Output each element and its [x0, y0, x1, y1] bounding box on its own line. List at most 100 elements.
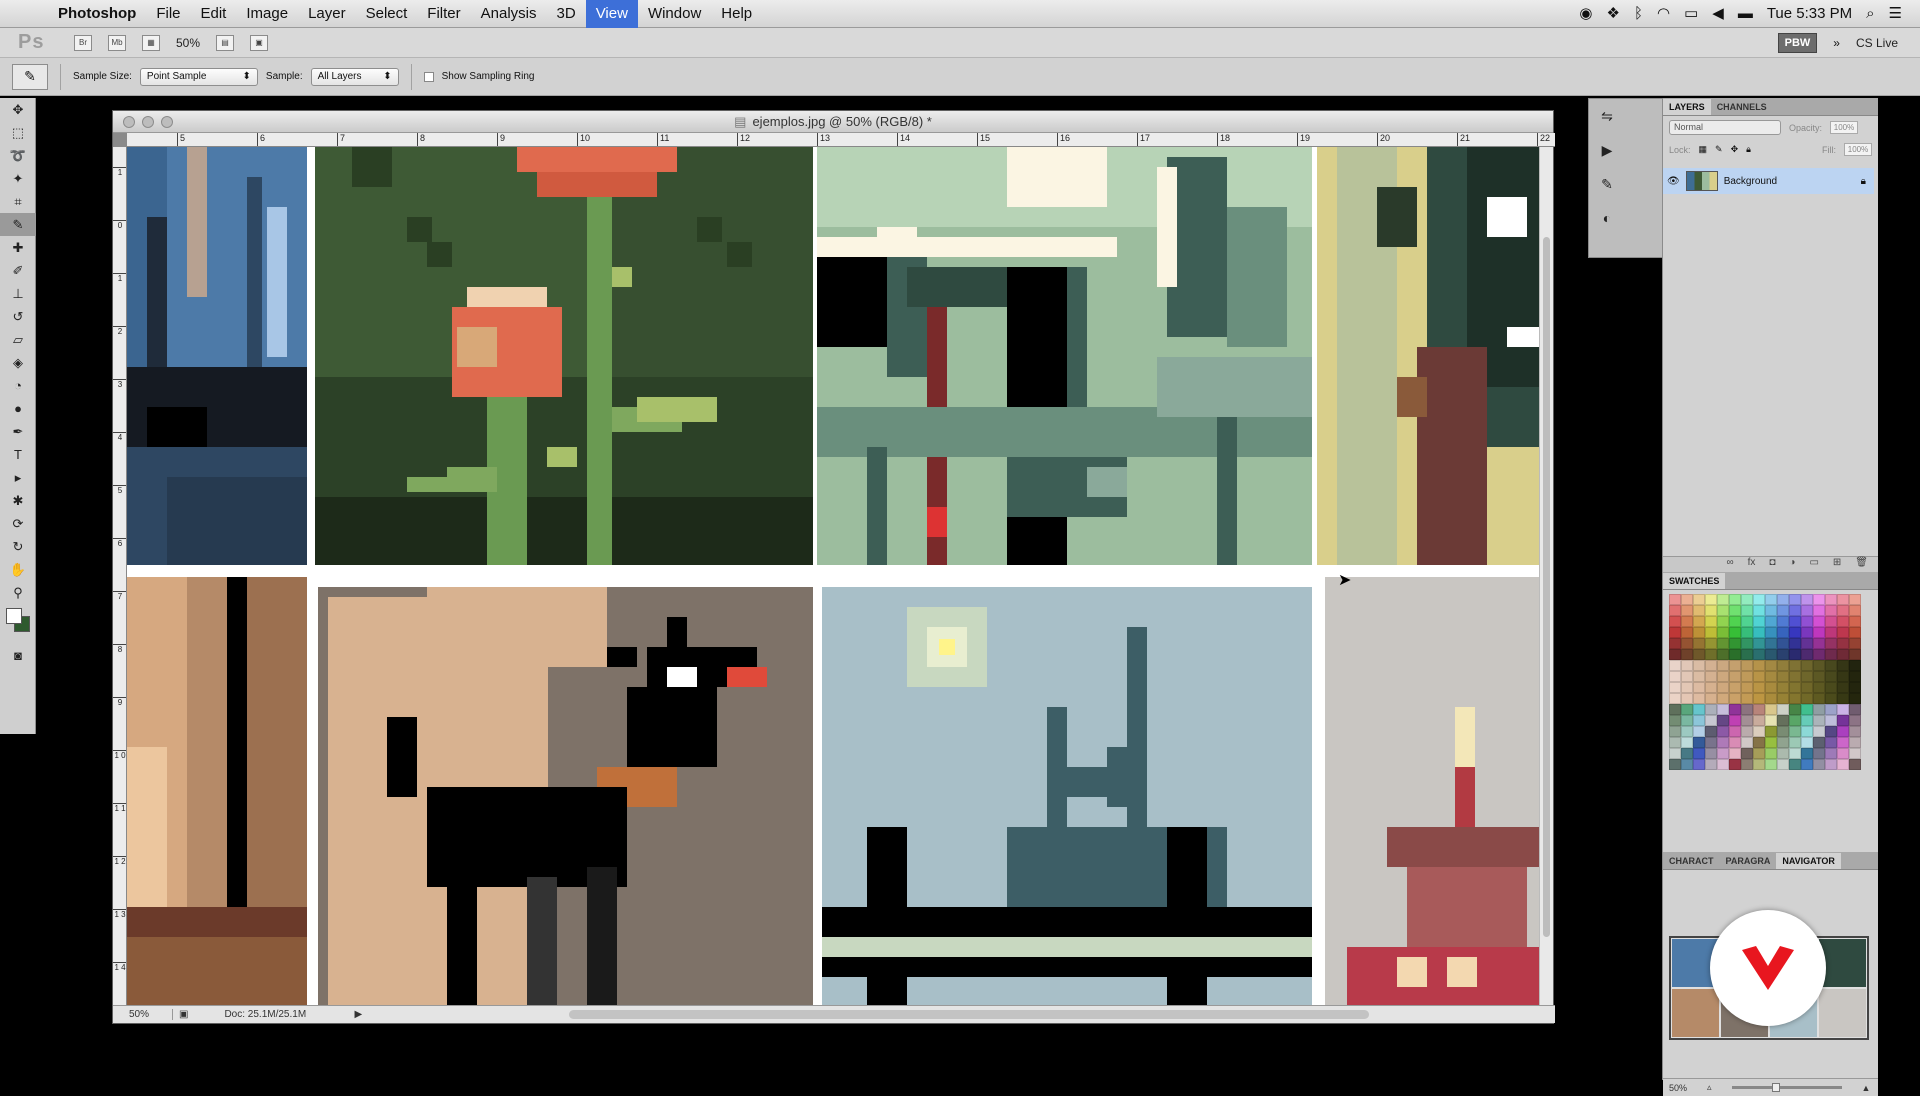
swatch[interactable] — [1693, 693, 1705, 704]
swatch[interactable] — [1777, 704, 1789, 715]
dodge-tool-icon[interactable]: ● — [0, 397, 36, 420]
swatch[interactable] — [1729, 649, 1741, 660]
actions-panel-icon[interactable]: ▶ — [1589, 133, 1625, 167]
swatch[interactable] — [1837, 748, 1849, 759]
swatch[interactable] — [1849, 671, 1861, 682]
swatch[interactable] — [1813, 726, 1825, 737]
swatch[interactable] — [1669, 682, 1681, 693]
swatch[interactable] — [1837, 715, 1849, 726]
brush-tool-icon[interactable]: ✐ — [0, 259, 36, 282]
screen-mode-button[interactable]: ▣ — [250, 34, 269, 51]
swatch[interactable] — [1849, 704, 1861, 715]
swatch[interactable] — [1717, 759, 1729, 770]
swatch[interactable] — [1777, 737, 1789, 748]
lock-position-icon[interactable]: ✥ — [1731, 144, 1739, 155]
status-icon[interactable]: ▣ — [173, 1009, 194, 1020]
swatch[interactable] — [1705, 682, 1717, 693]
swatch[interactable] — [1765, 616, 1777, 627]
swatch[interactable] — [1825, 704, 1837, 715]
swatch[interactable] — [1729, 759, 1741, 770]
swatch[interactable] — [1765, 671, 1777, 682]
horizontal-ruler[interactable]: 5 6 7 8 9 10 11 12 13 14 15 16 17 18 19 20 21 22 — [127, 133, 1555, 147]
swatch[interactable] — [1729, 715, 1741, 726]
quick-mask-icon[interactable]: ◙ — [0, 644, 36, 667]
menu-view[interactable]: View — [585, 0, 638, 28]
swatch[interactable] — [1717, 616, 1729, 627]
swatch[interactable] — [1849, 594, 1861, 605]
swatch[interactable] — [1729, 627, 1741, 638]
swatch[interactable] — [1729, 671, 1741, 682]
menu-image[interactable]: Image — [236, 0, 298, 28]
swatch[interactable] — [1765, 649, 1777, 660]
swatch[interactable] — [1681, 627, 1693, 638]
swatch[interactable] — [1693, 627, 1705, 638]
swatch[interactable] — [1837, 605, 1849, 616]
swatch[interactable] — [1813, 759, 1825, 770]
swatch[interactable] — [1813, 594, 1825, 605]
swatch[interactable] — [1717, 627, 1729, 638]
swatch[interactable] — [1789, 605, 1801, 616]
swatch[interactable] — [1693, 660, 1705, 671]
swatch[interactable] — [1753, 627, 1765, 638]
swatch[interactable] — [1693, 759, 1705, 770]
swatch[interactable] — [1705, 737, 1717, 748]
swatch[interactable] — [1729, 638, 1741, 649]
lock-all-icon[interactable]: 🔒︎ — [1746, 144, 1751, 155]
paint-bucket-tool-icon[interactable]: ◈ — [0, 351, 36, 374]
swatch[interactable] — [1741, 726, 1753, 737]
swatch[interactable] — [1777, 715, 1789, 726]
swatch[interactable] — [1681, 605, 1693, 616]
swatch[interactable] — [1669, 704, 1681, 715]
layer-row-background[interactable]: 👁︎ Background 🔒︎ — [1663, 168, 1874, 194]
swatch[interactable] — [1789, 594, 1801, 605]
swatch[interactable] — [1825, 737, 1837, 748]
swatch[interactable] — [1741, 594, 1753, 605]
zoom-button[interactable] — [161, 116, 173, 128]
swatch[interactable] — [1741, 693, 1753, 704]
volume-icon[interactable]: ◀ — [1712, 0, 1724, 28]
swatch[interactable] — [1801, 638, 1813, 649]
swatch[interactable] — [1669, 671, 1681, 682]
show-sampling-ring-checkbox[interactable] — [423, 71, 434, 82]
swatch[interactable] — [1801, 660, 1813, 671]
swatch[interactable] — [1705, 649, 1717, 660]
swatch[interactable] — [1789, 649, 1801, 660]
swatch[interactable] — [1741, 649, 1753, 660]
swatch[interactable] — [1705, 616, 1717, 627]
type-tool-icon[interactable]: T — [0, 443, 36, 466]
swatch[interactable] — [1741, 737, 1753, 748]
swatch[interactable] — [1717, 671, 1729, 682]
swatch[interactable] — [1681, 759, 1693, 770]
swatch[interactable] — [1705, 726, 1717, 737]
swatch[interactable] — [1705, 693, 1717, 704]
quick-selection-tool-icon[interactable]: ✦ — [0, 167, 36, 190]
notification-icon[interactable]: ☰ — [1889, 0, 1902, 28]
close-button[interactable] — [123, 116, 135, 128]
tool-presets-icon[interactable]: ✎ — [1589, 167, 1625, 201]
tab-navigator[interactable]: NAVIGATOR — [1776, 853, 1841, 869]
swatch[interactable] — [1741, 616, 1753, 627]
menu-analysis[interactable]: Analysis — [471, 0, 547, 28]
swatch[interactable] — [1813, 627, 1825, 638]
swatch[interactable] — [1825, 594, 1837, 605]
swatch[interactable] — [1801, 726, 1813, 737]
swatch[interactable] — [1837, 660, 1849, 671]
status-menu-arrow-icon[interactable]: ▶ — [354, 1009, 362, 1020]
swatch[interactable] — [1789, 759, 1801, 770]
swatch[interactable] — [1669, 748, 1681, 759]
swatch[interactable] — [1849, 715, 1861, 726]
flag-icon[interactable]: ▬ — [1738, 0, 1753, 28]
swatch[interactable] — [1777, 726, 1789, 737]
swatch[interactable] — [1717, 660, 1729, 671]
swatch[interactable] — [1789, 627, 1801, 638]
swatch[interactable] — [1789, 693, 1801, 704]
navigator-zoom[interactable]: 50% — [1669, 1083, 1687, 1093]
bridge-button[interactable]: Br — [74, 34, 92, 51]
swatch[interactable] — [1837, 627, 1849, 638]
doc-size[interactable]: Doc: 25.1M/25.1M — [194, 1009, 354, 1020]
swatch[interactable] — [1789, 682, 1801, 693]
swatch[interactable] — [1705, 594, 1717, 605]
swatch[interactable] — [1717, 726, 1729, 737]
swatch[interactable] — [1813, 704, 1825, 715]
swatch[interactable] — [1837, 594, 1849, 605]
